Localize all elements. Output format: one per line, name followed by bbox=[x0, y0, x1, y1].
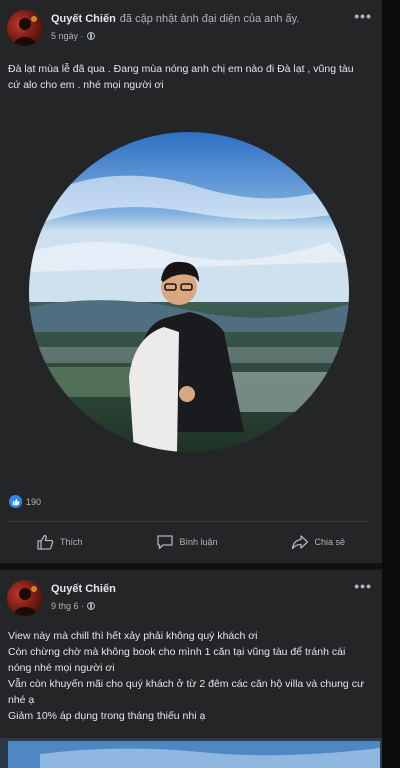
avatar[interactable] bbox=[7, 10, 43, 46]
post-line: View này mà chill thì hết xảy phải không… bbox=[8, 630, 258, 642]
post-meta: 5 ngày · bbox=[51, 31, 95, 41]
post-text: Đà lạt mùa lễ đã qua . Đang mùa nóng anh… bbox=[8, 61, 368, 93]
post-text: View này mà chill thì hết xảy phải không… bbox=[8, 628, 368, 724]
post-line: Giảm 10% áp dụng trong tháng thiếu nhi ạ bbox=[8, 710, 206, 722]
comment-icon bbox=[157, 535, 174, 550]
post-time[interactable]: 9 thg 6 · bbox=[51, 601, 84, 611]
share-label: Chia sẻ bbox=[314, 537, 345, 547]
post-actions: Thích Bình luận Chia sẻ bbox=[0, 528, 382, 556]
globe-icon bbox=[87, 602, 96, 610]
comment-button[interactable]: Bình luận bbox=[156, 534, 218, 550]
reaction-count: 190 bbox=[26, 496, 42, 507]
avatar-image bbox=[13, 16, 37, 46]
like-label: Thích bbox=[59, 537, 83, 547]
post-line: Vẫn còn khuyến mãi cho quý khách ở từ 2 … bbox=[8, 678, 364, 706]
share-icon bbox=[292, 535, 309, 550]
post-photo[interactable] bbox=[0, 738, 382, 768]
avatar[interactable] bbox=[7, 580, 43, 616]
like-icon bbox=[37, 534, 54, 550]
author-action-text: đã cập nhật ảnh đại diện của anh ấy. bbox=[119, 13, 300, 25]
author-name[interactable]: Quyết Chiến bbox=[51, 13, 116, 25]
comment-label: Bình luận bbox=[179, 537, 218, 547]
post-line: Còn chừng chờ mà không book cho mình 1 c… bbox=[8, 646, 346, 674]
more-icon[interactable]: ••• bbox=[354, 8, 372, 24]
post-body: Đà lạt mùa lễ đã qua . Đang mùa nóng anh… bbox=[8, 63, 354, 91]
post-photo-image bbox=[0, 738, 382, 768]
avatar-image bbox=[13, 586, 37, 616]
author-name[interactable]: Quyết Chiến bbox=[51, 583, 116, 595]
divider bbox=[8, 521, 368, 522]
profile-photo[interactable] bbox=[29, 132, 349, 452]
like-button[interactable]: Thích bbox=[37, 534, 83, 550]
like-icon bbox=[9, 495, 22, 508]
post-meta: 9 thg 6 · bbox=[51, 601, 96, 611]
author-line: Quyết Chiến bbox=[51, 583, 116, 595]
scrollbar-track[interactable] bbox=[382, 0, 400, 768]
post-card: Quyết Chiến đã cập nhật ảnh đại diện của … bbox=[0, 0, 382, 563]
photo-image bbox=[29, 132, 349, 452]
share-button[interactable]: Chia sẻ bbox=[291, 534, 345, 550]
feed: Quyết Chiến đã cập nhật ảnh đại diện của … bbox=[0, 0, 400, 768]
globe-icon bbox=[86, 32, 95, 40]
post-time[interactable]: 5 ngày · bbox=[51, 31, 84, 41]
author-line: Quyết Chiến đã cập nhật ảnh đại diện của … bbox=[51, 13, 299, 25]
more-icon[interactable]: ••• bbox=[354, 578, 372, 594]
reaction-summary[interactable]: 190 bbox=[9, 495, 41, 508]
